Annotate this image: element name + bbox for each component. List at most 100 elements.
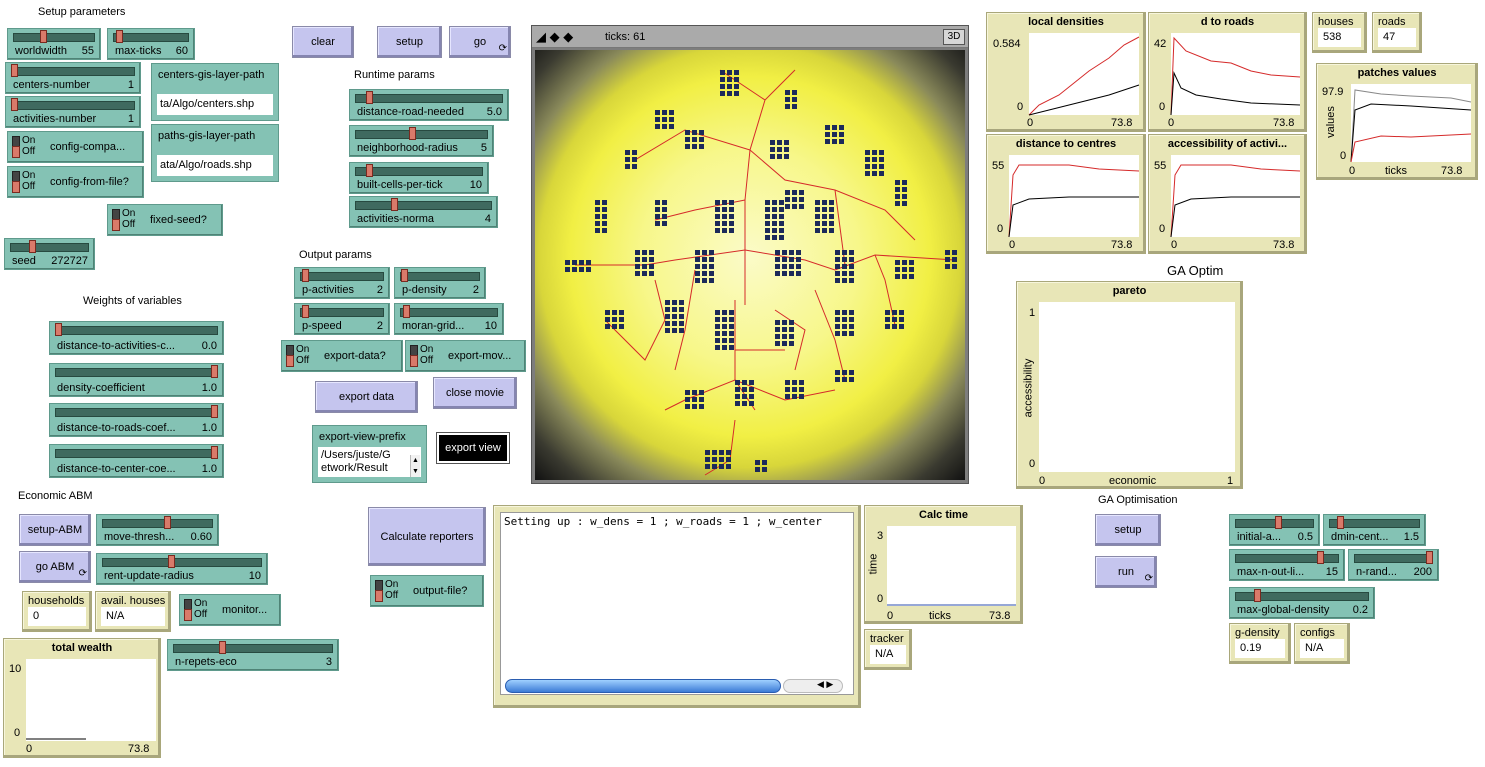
activities-number-slider[interactable]: activities-number 1: [5, 96, 141, 128]
house: [679, 314, 684, 319]
pareto-plot-area: [1039, 302, 1235, 472]
house: [849, 278, 854, 283]
clear-button[interactable]: clear: [292, 26, 354, 58]
road-segment: [575, 249, 746, 266]
config-compa-switch[interactable]: On Off config-compa...: [7, 131, 144, 163]
rent-update-radius-slider[interactable]: rent-update-radius 10: [96, 553, 268, 585]
house: [796, 264, 801, 269]
neighborhood-radius-slider[interactable]: neighborhood-radius 5: [349, 125, 494, 157]
horizontal-scrollbar-track[interactable]: [783, 679, 843, 693]
house: [695, 264, 700, 269]
house: [842, 324, 847, 329]
monitor-switch[interactable]: On Off monitor...: [179, 594, 281, 626]
output-file-switch[interactable]: On Off output-file?: [370, 575, 484, 607]
config-from-file-switch[interactable]: On Off config-from-file?: [7, 166, 144, 198]
house: [865, 171, 870, 176]
house: [709, 264, 714, 269]
export-data-button[interactable]: export data: [315, 381, 418, 413]
centers-number-slider[interactable]: centers-number 1: [5, 62, 141, 94]
setup-button[interactable]: setup: [377, 26, 442, 58]
house: [789, 341, 794, 346]
setup-abm-button[interactable]: setup-ABM: [19, 514, 91, 546]
close-movie-button[interactable]: close movie: [433, 377, 517, 409]
ga-run-button[interactable]: run ⟳: [1095, 556, 1157, 588]
max-n-out-li-slider[interactable]: max-n-out-li... 15: [1229, 549, 1345, 581]
activities-norma-slider[interactable]: activities-norma 4: [349, 196, 498, 228]
built-cells-per-tick-slider[interactable]: built-cells-per-tick 10: [349, 162, 489, 194]
house: [729, 331, 734, 336]
moran-grid-slider[interactable]: moran-grid... 10: [394, 303, 504, 335]
export-movie-switch[interactable]: On Off export-mov...: [405, 340, 526, 372]
house: [565, 267, 570, 272]
house: [772, 228, 777, 233]
3d-view-button[interactable]: 3D: [943, 29, 965, 45]
export-view-prefix-input[interactable]: export-view-prefix /Users/juste/G etwork…: [312, 425, 427, 483]
house: [892, 324, 897, 329]
house: [822, 214, 827, 219]
house: [762, 467, 767, 472]
input-scrollbar[interactable]: ▲ ▼: [410, 455, 420, 477]
distance-to-activities-coef-slider[interactable]: distance-to-activities-c... 0.0: [49, 321, 224, 355]
move-threshold-slider[interactable]: move-thresh... 0.60: [96, 514, 219, 546]
house: [699, 130, 704, 135]
house: [655, 117, 660, 122]
fixed-seed-switch[interactable]: On Off fixed-seed?: [107, 204, 223, 236]
p-activities-slider[interactable]: p-activities 2: [294, 267, 390, 299]
house: [829, 200, 834, 205]
world-canvas[interactable]: [535, 50, 965, 480]
house: [602, 228, 607, 233]
seed-slider[interactable]: seed 272727: [4, 238, 95, 270]
house: [695, 278, 700, 283]
house: [796, 250, 801, 255]
export-view-button[interactable]: export view: [436, 432, 510, 464]
n-repets-eco-slider[interactable]: n-repets-eco 3: [167, 639, 339, 671]
max-global-density-slider[interactable]: max-global-density 0.2: [1229, 587, 1375, 619]
house: [722, 214, 727, 219]
max-ticks-slider[interactable]: max-ticks 60: [107, 28, 195, 60]
house: [632, 150, 637, 155]
initial-a-slider[interactable]: initial-a... 0.5: [1229, 514, 1320, 546]
house: [872, 171, 877, 176]
house: [625, 157, 630, 162]
go-button[interactable]: go ⟳: [449, 26, 511, 58]
house: [722, 310, 727, 315]
house: [777, 154, 782, 159]
ga-setup-button[interactable]: setup: [1095, 514, 1161, 546]
house: [892, 310, 897, 315]
house: [895, 274, 900, 279]
distance-to-center-coef-slider[interactable]: distance-to-center-coe... 1.0: [49, 444, 224, 478]
house: [619, 324, 624, 329]
house: [799, 394, 804, 399]
distance-to-roads-coef-slider[interactable]: distance-to-roads-coef... 1.0: [49, 403, 224, 437]
export-data-switch[interactable]: On Off export-data?: [281, 340, 403, 372]
house: [895, 267, 900, 272]
centers-gis-layer-path-input[interactable]: centers-gis-layer-path ta/Algo/centers.sh…: [151, 63, 279, 121]
house: [705, 457, 710, 462]
p-density-slider[interactable]: p-density 2: [394, 267, 486, 299]
paths-gis-layer-path-input[interactable]: paths-gis-layer-path ata/Algo/roads.shp: [151, 124, 279, 182]
output-text-box[interactable]: Setting up : w_dens = 1 ; w_roads = 1 ; …: [500, 512, 854, 695]
house: [720, 91, 725, 96]
house: [849, 377, 854, 382]
house: [952, 250, 957, 255]
density-coefficient-slider[interactable]: density-coefficient 1.0: [49, 363, 224, 397]
p-speed-slider[interactable]: p-speed 2: [294, 303, 390, 335]
house: [649, 257, 654, 262]
dmin-cent-slider[interactable]: dmin-cent... 1.5: [1323, 514, 1426, 546]
house: [672, 307, 677, 312]
distance-road-needed-slider[interactable]: distance-road-needed 5.0: [349, 89, 509, 121]
house: [792, 380, 797, 385]
house: [632, 164, 637, 169]
house: [669, 117, 674, 122]
view-control-icons[interactable]: ◢ ◆ ◆: [536, 29, 573, 45]
calculate-reporters-button[interactable]: Calculate reporters: [368, 507, 486, 566]
house: [726, 450, 731, 455]
horizontal-scrollbar-thumb[interactable]: [505, 679, 781, 693]
house: [735, 387, 740, 392]
n-rand-slider[interactable]: n-rand... 200: [1348, 549, 1439, 581]
scroll-arrows-icon[interactable]: ◀ ▶: [817, 679, 833, 690]
worldwidth-slider[interactable]: worldwidth 55: [7, 28, 101, 60]
go-abm-button[interactable]: go ABM ⟳: [19, 551, 91, 583]
house: [715, 331, 720, 336]
house: [775, 320, 780, 325]
